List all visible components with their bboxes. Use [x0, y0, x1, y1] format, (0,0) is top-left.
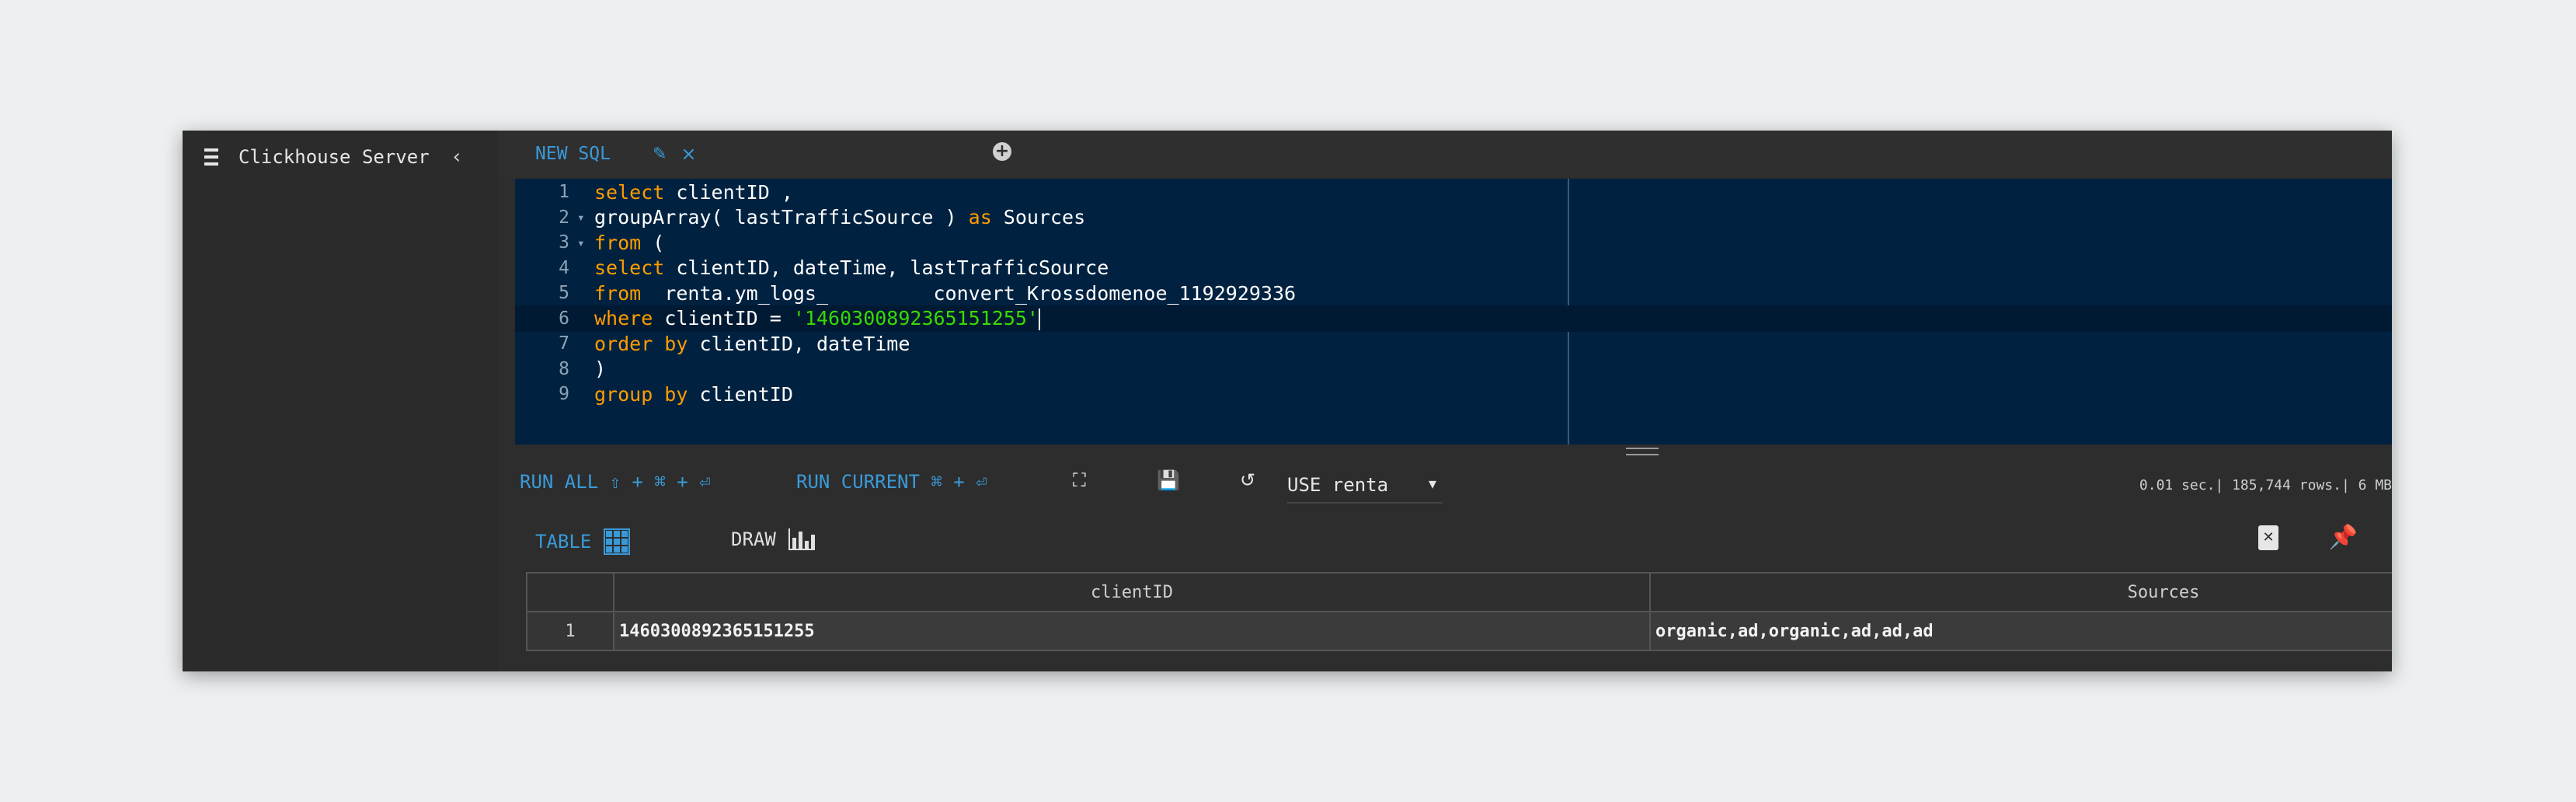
editor-line[interactable]: 5 from renta.ym_logs_ convert_Krossdomeno…	[515, 280, 2392, 306]
resize-handle[interactable]	[1626, 448, 1659, 462]
editor-line[interactable]: 7 order by clientID, dateTime	[515, 330, 2392, 357]
line-number: 7	[559, 333, 569, 354]
results-table: clientID Sources 1 1460300892365151255 o…	[526, 572, 2392, 651]
export-file-icon[interactable]: ✕	[2258, 525, 2278, 550]
line-number: 9	[559, 384, 569, 404]
database-select-value: USE renta	[1287, 474, 1389, 496]
server-title: Clickhouse Server	[238, 146, 430, 168]
expand-icon[interactable]: ⛶	[1073, 469, 1086, 491]
code-text[interactable]: groupArray( lastTrafficSource ) as Sourc…	[590, 206, 1085, 228]
editor-line[interactable]: 6 where clientID = '1460300892365151255'	[515, 305, 2392, 332]
result-tabs: TABLE DRAW ✕ 📌	[498, 516, 2392, 563]
chevron-left-icon[interactable]: ‹	[453, 145, 461, 169]
query-stats: 0.01 sec.| 185,744 rows.| 6 MB	[2139, 477, 2392, 493]
bar-chart-icon	[788, 528, 815, 550]
row-number: 1	[526, 611, 614, 651]
run-toolbar: RUN ALL ⇧ + ⌘ + ⏎ RUN CURRENT ⌘ + ⏎ ⛶ 💾 …	[498, 445, 2392, 516]
sql-editor[interactable]: 1 select clientID , 2 ▾ groupArray( lastTraf…	[515, 179, 2392, 445]
line-number: 3	[559, 232, 569, 253]
save-icon[interactable]: 💾	[1157, 469, 1180, 491]
cell-sources[interactable]: organic,ad,organic,ad,ad,ad	[1649, 611, 2392, 651]
tab-label[interactable]: NEW SQL	[535, 144, 611, 164]
text-cursor	[1038, 308, 1040, 330]
fold-arrow-icon[interactable]: ▾	[577, 235, 590, 250]
app-window: Clickhouse Server ‹ NEW SQL ✎ × + 1 selec…	[183, 131, 2392, 671]
editor-line[interactable]: 2 ▾ groupArray( lastTrafficSource ) as Sou…	[515, 204, 2392, 231]
line-number: 6	[559, 308, 569, 329]
pin-icon[interactable]: 📌	[2329, 524, 2358, 551]
run-current-button[interactable]: RUN CURRENT ⌘ + ⏎	[796, 471, 987, 493]
code-text[interactable]: order by clientID, dateTime	[590, 333, 910, 355]
tab-table[interactable]: TABLE	[535, 528, 631, 555]
column-header-clientid[interactable]: clientID	[613, 572, 1651, 612]
close-icon[interactable]: ×	[681, 143, 696, 165]
table-row[interactable]: 1 1460300892365151255 organic,ad,organic…	[526, 611, 2392, 651]
line-number: 8	[559, 358, 569, 379]
hamburger-menu-icon[interactable]	[204, 148, 218, 166]
line-number: 5	[559, 283, 569, 303]
editor-line[interactable]: 3 ▾ from (	[515, 229, 2392, 256]
code-text[interactable]: select clientID ,	[590, 181, 793, 204]
table-header-row: clientID Sources	[526, 572, 2392, 612]
column-header-sources[interactable]: Sources	[1649, 572, 2392, 612]
code-text[interactable]: from renta.ym_logs_ convert_Krossdomenoe…	[590, 282, 1296, 305]
editor-line[interactable]: 1 select clientID ,	[515, 179, 2392, 205]
code-text[interactable]: group by clientID	[590, 383, 793, 406]
plus-circle-icon[interactable]: +	[993, 142, 1011, 161]
line-number: 4	[559, 257, 569, 278]
tab-table-label[interactable]: TABLE	[535, 531, 591, 553]
editor-line[interactable]: 9 group by clientID	[515, 381, 2392, 407]
fold-arrow-icon[interactable]: ▾	[577, 210, 590, 225]
tab-draw[interactable]: DRAW	[731, 528, 815, 550]
database-select[interactable]: USE renta ▾	[1287, 468, 1443, 504]
code-text[interactable]: where clientID = '1460300892365151255'	[590, 307, 1040, 330]
line-number: 2	[559, 207, 569, 228]
tab-draw-label[interactable]: DRAW	[731, 528, 776, 550]
pencil-icon[interactable]: ✎	[653, 145, 667, 164]
editor-line[interactable]: 8)	[515, 356, 2392, 382]
code-text[interactable]: select clientID, dateTime, lastTrafficSo…	[590, 256, 1109, 279]
sidebar: Clickhouse Server ‹	[183, 131, 500, 671]
table-grid-icon	[604, 528, 631, 555]
history-icon[interactable]: ↺	[1240, 469, 1255, 491]
sidebar-header: Clickhouse Server ‹	[204, 141, 461, 173]
run-all-button[interactable]: RUN ALL ⇧ + ⌘ + ⏎	[520, 471, 711, 493]
query-tab-bar: NEW SQL ✎ × +	[498, 131, 2392, 177]
background-card: Clickhouse Server ‹ NEW SQL ✎ × + 1 selec…	[0, 0, 2576, 802]
code-text[interactable]: from (	[590, 232, 664, 254]
tab-new-sql[interactable]: NEW SQL ✎ ×	[535, 135, 696, 173]
column-header-rownum	[526, 572, 614, 612]
cell-clientid[interactable]: 1460300892365151255	[613, 611, 1651, 651]
caret-down-icon[interactable]: ▾	[1429, 474, 1436, 493]
editor-line[interactable]: 4 select clientID, dateTime, lastTrafficS…	[515, 255, 2392, 281]
line-number: 1	[559, 182, 569, 202]
main-panel: NEW SQL ✎ × + 1 select clientID , 2 ▾ groupA…	[498, 131, 2392, 671]
code-text[interactable]: )	[590, 357, 606, 380]
